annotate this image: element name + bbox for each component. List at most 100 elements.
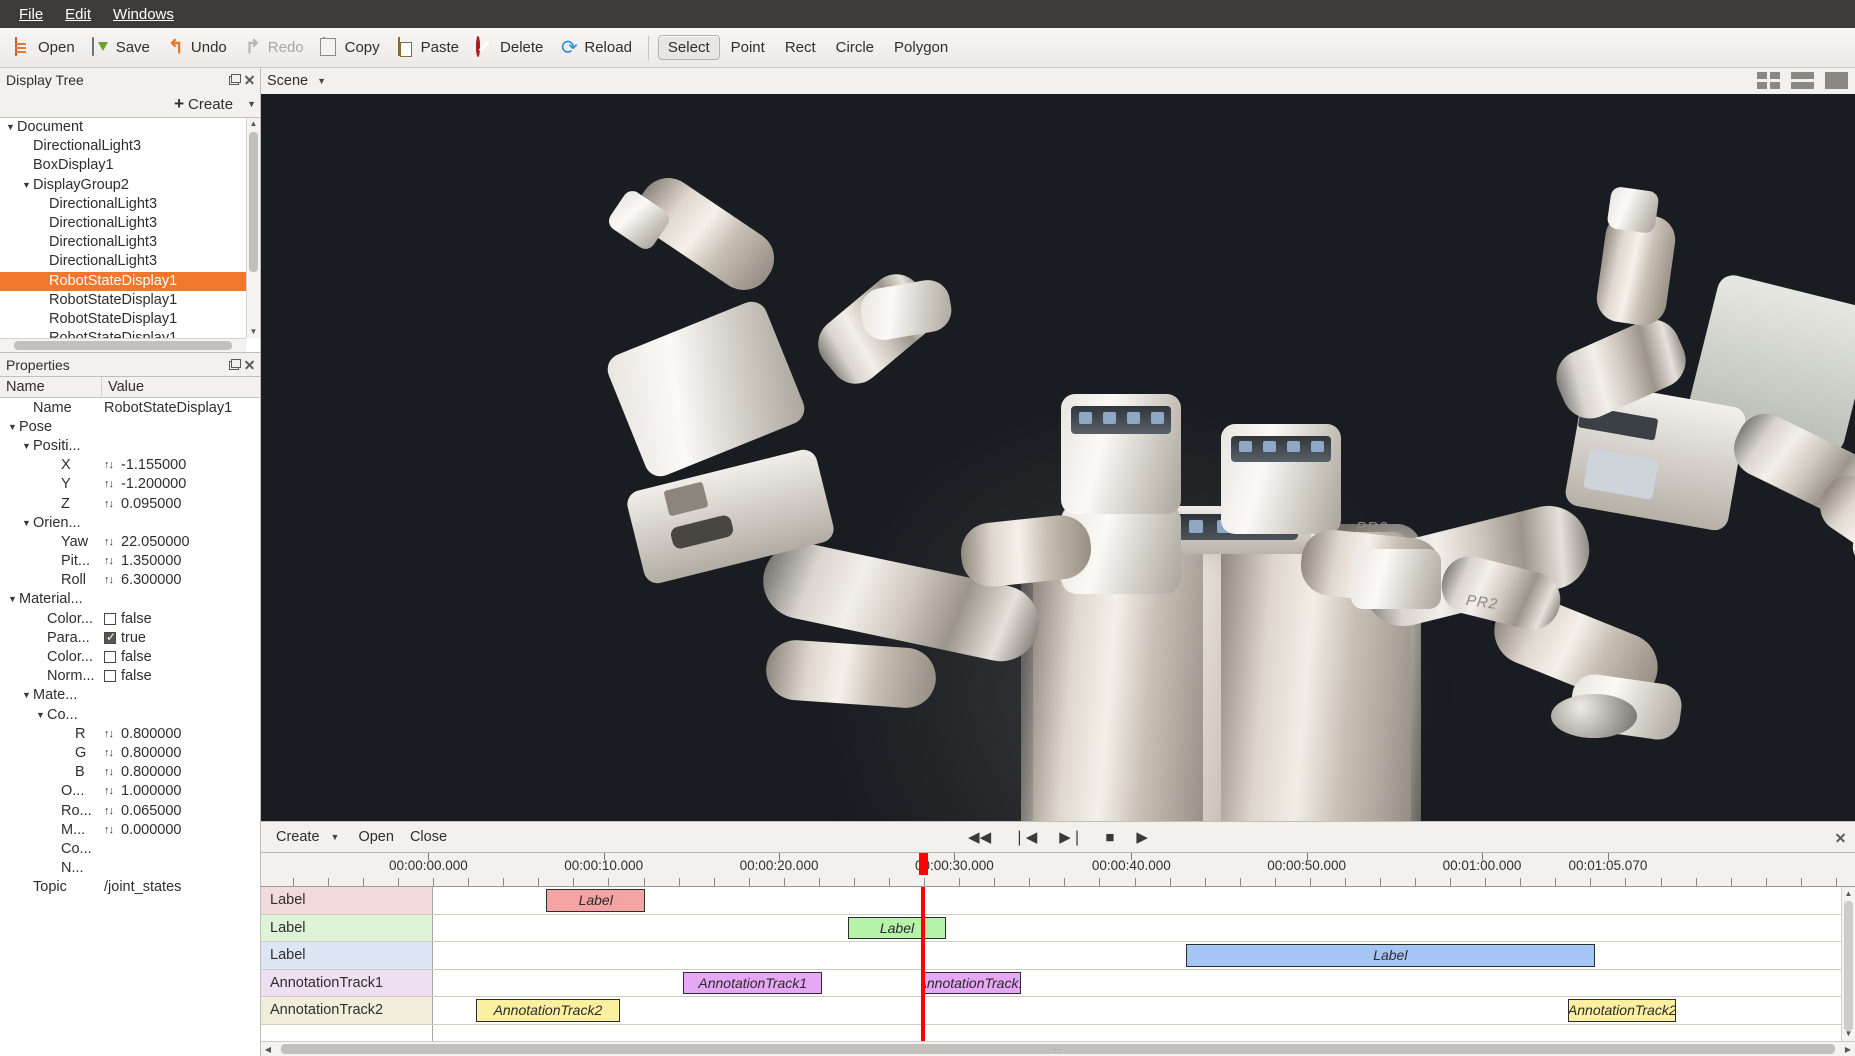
property-row[interactable]: N... [0,859,260,878]
tool-circle-button[interactable]: Circle [827,36,883,59]
property-value-cell[interactable]: ↑↓0.800000 [102,764,260,780]
property-value-cell[interactable]: false [102,611,260,627]
scene-chevron-down-icon[interactable]: ▼ [317,76,326,86]
copy-button[interactable]: Copy [313,35,387,61]
property-row[interactable]: ▼Positi... [0,436,260,455]
chevron-down-icon[interactable]: ▼ [4,118,17,137]
display-tree-item[interactable]: RobotStateDisplay1 [0,272,246,291]
chevron-down-icon[interactable]: ▼ [20,690,33,700]
timeline-close-button[interactable]: Close [403,826,454,848]
display-tree-item[interactable]: ▼Document [0,118,246,137]
property-value-cell[interactable]: ↑↓0.095000 [102,496,260,512]
display-tree[interactable]: ▼DocumentDirectionalLight3BoxDisplay1▼Di… [0,117,260,353]
timeline-tracks[interactable]: LabelLabelLabelLabelLabelLabelAnnotation… [261,887,1855,1041]
display-tree-item[interactable]: RobotStateDisplay1 [0,329,246,338]
skip-start-icon[interactable]: ❘◀ [1013,828,1037,846]
property-row[interactable]: B↑↓0.800000 [0,763,260,782]
spinner-icon[interactable]: ↑↓ [104,555,116,567]
rewind-icon[interactable]: ◀◀ [968,828,991,846]
single-view-icon[interactable] [1825,72,1849,90]
timeline-track[interactable]: LabelLabel [261,887,1855,915]
tool-rect-button[interactable]: Rect [776,36,825,59]
chevron-down-icon[interactable]: ▼ [34,710,47,720]
skip-end-icon[interactable]: ▶❘ [1059,828,1083,846]
spinner-icon[interactable]: ↑↓ [104,574,116,586]
property-row[interactable]: Color...false [0,609,260,628]
timeline-track[interactable]: AnnotationTrack1AnnotationTrack1Annotati… [261,970,1855,998]
timeline-track-header[interactable]: AnnotationTrack1 [261,970,433,997]
create-chevron-down-icon[interactable]: ▼ [247,99,256,109]
chevron-down-icon[interactable]: ▼ [20,518,33,528]
display-tree-item[interactable]: BoxDisplay1 [0,156,246,175]
chevron-down-icon[interactable]: ▼ [20,441,33,451]
menu-edit[interactable]: Edit [54,3,102,26]
timeline-track-header[interactable] [261,1025,433,1042]
timeline-track[interactable]: LabelLabel [261,942,1855,970]
property-row[interactable]: R↑↓0.800000 [0,724,260,743]
display-tree-scroll-thumb[interactable] [249,132,258,272]
spinner-icon[interactable]: ↑↓ [104,805,116,817]
property-value-cell[interactable]: ↑↓1.000000 [102,783,260,799]
property-value-cell[interactable]: ↑↓22.050000 [102,534,260,550]
display-tree-item[interactable]: RobotStateDisplay1 [0,310,246,329]
chevron-down-icon[interactable]: ▼ [6,422,19,432]
property-row[interactable]: ▼Pose [0,417,260,436]
property-value-cell[interactable]: false [102,668,260,684]
property-row[interactable]: M...↑↓0.000000 [0,820,260,839]
property-row[interactable]: ▼Co... [0,705,260,724]
property-row[interactable]: Pit...↑↓1.350000 [0,552,260,571]
property-row[interactable]: ▼Orien... [0,513,260,532]
display-tree-item[interactable]: DirectionalLight3 [0,195,246,214]
timeline-track-header[interactable]: Label [261,915,433,942]
property-checkbox[interactable] [104,651,116,663]
stop-icon[interactable]: ■ [1105,829,1114,846]
timeline-vscroll-thumb[interactable] [1844,901,1853,1031]
scroll-down-icon[interactable]: ▼ [247,326,260,338]
display-tree-item[interactable]: DirectionalLight3 [0,137,246,156]
properties-table[interactable]: Name Value NameRobotStateDisplay1▼Pose▼P… [0,376,260,1056]
timeline-track[interactable] [261,1025,1855,1042]
create-display-button[interactable]: + Create [168,92,239,116]
property-row[interactable]: Z↑↓0.095000 [0,494,260,513]
property-row[interactable]: O...↑↓1.000000 [0,782,260,801]
timeline-scroll-up-icon[interactable]: ▲ [1842,887,1855,901]
property-row[interactable]: Y↑↓-1.200000 [0,475,260,494]
property-value-cell[interactable]: RobotStateDisplay1 [102,400,260,416]
property-value-cell[interactable]: true [102,630,260,646]
spinner-icon[interactable]: ↑↓ [104,459,116,471]
split-view-icon[interactable] [1791,72,1815,90]
property-row[interactable]: Yaw↑↓22.050000 [0,532,260,551]
display-tree-item[interactable]: DirectionalLight3 [0,233,246,252]
property-value-cell[interactable]: false [102,649,260,665]
spinner-icon[interactable]: ↑↓ [104,785,116,797]
property-value-cell[interactable]: ↑↓1.350000 [102,553,260,569]
timeline-scroll-down-icon[interactable]: ▼ [1842,1027,1855,1041]
open-button[interactable]: Open [6,35,82,61]
chevron-down-icon[interactable]: ▼ [6,594,19,604]
property-row[interactable]: Ro...↑↓0.065000 [0,801,260,820]
property-value-cell[interactable]: ↑↓0.800000 [102,726,260,742]
timeline-clip[interactable]: Label [546,889,645,912]
playhead[interactable] [921,887,925,1041]
property-row[interactable]: G↑↓0.800000 [0,743,260,762]
chevron-down-icon[interactable]: ▼ [20,176,33,195]
property-row[interactable]: Roll↑↓6.300000 [0,571,260,590]
spinner-icon[interactable]: ↑↓ [104,747,116,759]
property-row[interactable]: Topic/joint_states [0,878,260,897]
tool-point-button[interactable]: Point [722,36,774,59]
timeline-clip[interactable]: AnnotationTrack1 [923,972,1022,995]
play-icon[interactable]: ▶ [1136,828,1148,846]
property-value-cell[interactable]: ↑↓-1.200000 [102,476,260,492]
timeline-scroll-right-icon[interactable]: ▶ [1841,1042,1855,1056]
property-value-cell[interactable]: ↑↓0.800000 [102,745,260,761]
undo-button[interactable]: ↰Undo [159,35,234,61]
timeline-track[interactable]: LabelLabel [261,915,1855,943]
timeline-create-button[interactable]: Create [269,826,327,848]
display-tree-vertical-scrollbar[interactable]: ▲ ▼ [246,118,260,338]
spinner-icon[interactable]: ↑↓ [104,728,116,740]
grid-view-icon[interactable] [1757,72,1781,90]
property-row[interactable]: NameRobotStateDisplay1 [0,398,260,417]
scene-label[interactable]: Scene [267,73,308,89]
property-row[interactable]: Co... [0,839,260,858]
menu-windows[interactable]: Windows [102,3,185,26]
